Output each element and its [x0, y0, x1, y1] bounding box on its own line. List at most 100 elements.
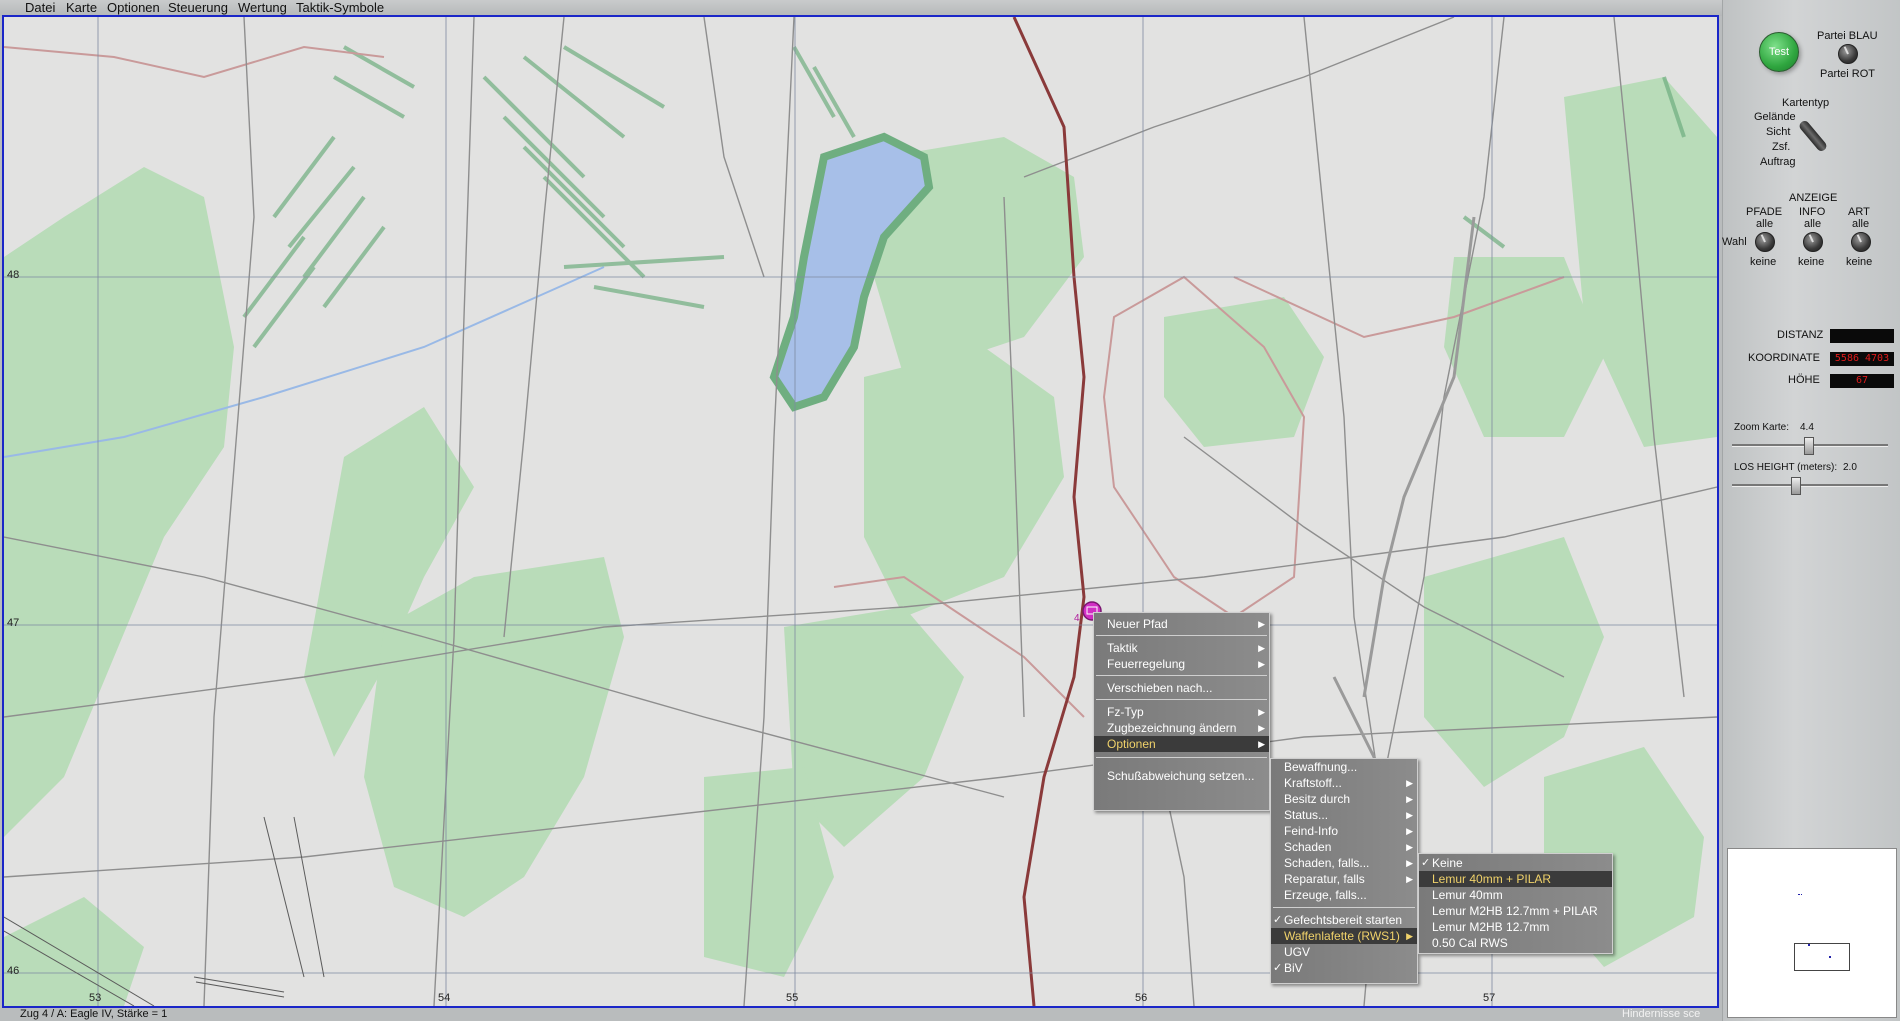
minimap[interactable] — [1727, 848, 1897, 1018]
distanz-readout — [1830, 329, 1894, 343]
pfade-top-label: alle — [1756, 218, 1774, 230]
los-slider-track[interactable] — [1732, 484, 1888, 487]
map-type-auftrag[interactable]: Auftrag — [1760, 156, 1795, 168]
menu-item-taktik[interactable]: Taktik ▶ — [1094, 640, 1269, 656]
chevron-right-icon: ▶ — [1258, 619, 1265, 629]
los-slider-thumb[interactable] — [1791, 477, 1801, 495]
x-tick-56: 56 — [1135, 992, 1148, 1004]
menu-item-neuer-pfad[interactable]: Neuer Pfad ▶ — [1094, 616, 1269, 632]
info-knob[interactable] — [1803, 232, 1823, 252]
x-tick-57: 57 — [1483, 992, 1496, 1004]
koordinate-readout: 5586 4703 — [1830, 352, 1894, 366]
art-top-label: alle — [1852, 218, 1870, 230]
art-knob[interactable] — [1851, 232, 1871, 252]
menu-item-gefechtsbereit[interactable]: ✓ Gefechtsbereit starten — [1271, 912, 1417, 928]
status-bar: Zug 4 / A: Eagle IV, Stärke = 1 Hinderni… — [0, 1007, 1722, 1021]
menu-item-status[interactable]: Status... ▶ — [1271, 807, 1417, 823]
checkmark-icon: ✓ — [1421, 857, 1431, 869]
zoom-slider-thumb[interactable] — [1804, 437, 1814, 455]
menu-karte[interactable]: Karte — [66, 0, 97, 15]
chevron-right-icon: ▶ — [1406, 858, 1413, 868]
menu-item-zugbezeichnung[interactable]: Zugbezeichnung ändern ▶ — [1094, 720, 1269, 736]
map-type-zsf[interactable]: Zsf. — [1772, 141, 1790, 153]
menu-item-lemur-m2hb-pilar[interactable]: Lemur M2HB 12.7mm + PILAR — [1419, 903, 1612, 919]
chevron-right-icon: ▶ — [1258, 659, 1265, 669]
menu-item-schussabweichung[interactable]: Schußabweichung setzen... — [1094, 768, 1269, 784]
menu-item-lemur-40mm[interactable]: Lemur 40mm — [1419, 887, 1612, 903]
y-tick-46: 46 — [7, 965, 20, 977]
menu-item-besitz[interactable]: Besitz durch ▶ — [1271, 791, 1417, 807]
menu-steuerung[interactable]: Steuerung — [168, 0, 228, 15]
map-type-gelaende[interactable]: Gelände — [1754, 111, 1796, 123]
menu-separator — [1273, 907, 1415, 908]
chevron-right-icon: ▶ — [1406, 810, 1413, 820]
info-title: INFO — [1799, 206, 1826, 218]
minimap-viewport[interactable] — [1794, 943, 1850, 971]
zoom-label: Zoom Karte: — [1734, 422, 1790, 433]
menu-separator — [1096, 675, 1267, 676]
menu-separator — [1096, 699, 1267, 700]
y-tick-47: 47 — [7, 617, 20, 629]
party-blue-label: Partei BLAU — [1817, 30, 1878, 42]
distanz-label: DISTANZ — [1777, 329, 1824, 341]
los-height-value: 2.0 — [1843, 462, 1857, 473]
menu-item-schaden-falls[interactable]: Schaden, falls... ▶ — [1271, 855, 1417, 871]
menu-item-bewaffnung[interactable]: Bewaffnung... — [1271, 759, 1417, 775]
chevron-right-icon: ▶ — [1406, 931, 1413, 941]
menu-item-biv[interactable]: ✓ BiV — [1271, 960, 1417, 976]
zoom-value: 4.4 — [1800, 422, 1814, 433]
menu-wertung[interactable]: Wertung — [238, 0, 287, 15]
menu-datei[interactable]: Datei — [25, 0, 55, 15]
los-height-label: LOS HEIGHT (meters): — [1734, 462, 1838, 473]
menu-item-waffenlafette[interactable]: Waffenlafette (RWS1) ▶ — [1271, 928, 1417, 944]
menu-item-kraftstoff[interactable]: Kraftstoff... ▶ — [1271, 775, 1417, 791]
x-tick-55: 55 — [786, 992, 799, 1004]
menu-item-optionen[interactable]: Optionen ▶ — [1094, 736, 1269, 752]
status-right-text: Hindernisse sce — [1622, 1008, 1701, 1020]
test-button[interactable]: Test — [1759, 32, 1799, 72]
unit-number-label: 4 — [1074, 613, 1080, 624]
party-switch-knob[interactable] — [1838, 44, 1858, 64]
chevron-right-icon: ▶ — [1406, 874, 1413, 884]
party-red-label: Partei ROT — [1820, 68, 1876, 80]
minimap-cursor-dot — [1829, 956, 1831, 958]
info-bottom-label: keine — [1798, 256, 1825, 268]
anzeige-title: ANZEIGE — [1789, 192, 1838, 204]
menu-optionen[interactable]: Optionen — [107, 0, 160, 15]
map-type-sicht[interactable]: Sicht — [1766, 126, 1790, 138]
selected-unit-info: Zug 4 / A: Eagle IV, Stärke = 1 — [20, 1008, 168, 1020]
chevron-right-icon: ▶ — [1258, 643, 1265, 653]
menu-item-lemur-m2hb[interactable]: Lemur M2HB 12.7mm — [1419, 919, 1612, 935]
checkmark-icon: ✓ — [1273, 914, 1283, 926]
menu-taktik-symbole[interactable]: Taktik-Symbole — [296, 0, 384, 15]
art-bottom-label: keine — [1846, 256, 1873, 268]
menu-separator — [1096, 757, 1267, 758]
options-submenu: Bewaffnung... Kraftstoff... ▶ Besitz durc… — [1270, 758, 1418, 984]
menu-item-50cal-rws[interactable]: 0.50 Cal RWS — [1419, 935, 1612, 951]
menu-item-keine[interactable]: ✓ Keine — [1419, 855, 1612, 871]
chevron-right-icon: ▶ — [1406, 794, 1413, 804]
menu-item-reparatur[interactable]: Reparatur, falls ▶ — [1271, 871, 1417, 887]
menu-item-lemur-40mm-pilar[interactable]: Lemur 40mm + PILAR — [1419, 871, 1612, 887]
pfade-knob[interactable] — [1755, 232, 1775, 252]
unit-context-menu: Neuer Pfad ▶ Taktik ▶ Feuerregelung ▶ Versc… — [1093, 612, 1270, 811]
chevron-right-icon: ▶ — [1258, 723, 1265, 733]
menu-item-erzeuge[interactable]: Erzeuge, falls... — [1271, 887, 1417, 903]
info-top-label: alle — [1804, 218, 1822, 230]
menu-item-feind-info[interactable]: Feind-Info ▶ — [1271, 823, 1417, 839]
menu-item-feuerregelung[interactable]: Feuerregelung ▶ — [1094, 656, 1269, 672]
menu-item-verschieben[interactable]: Verschieben nach... — [1094, 680, 1269, 696]
minimap-unit-dots — [1798, 894, 1802, 898]
menu-item-ugv[interactable]: UGV — [1271, 944, 1417, 960]
pfade-bottom-label: keine — [1750, 256, 1777, 268]
menu-item-fz-typ[interactable]: Fz-Typ ▶ — [1094, 704, 1269, 720]
chevron-right-icon: ▶ — [1406, 778, 1413, 788]
menu-item-schaden[interactable]: Schaden ▶ — [1271, 839, 1417, 855]
art-title: ART — [1848, 206, 1870, 218]
wahl-label: Wahl — [1722, 236, 1747, 248]
weapon-mount-submenu: ✓ Keine Lemur 40mm + PILAR Lemur 40mm Lem… — [1418, 853, 1613, 954]
chevron-right-icon: ▶ — [1406, 842, 1413, 852]
hoehe-readout: 67 — [1830, 374, 1894, 388]
checkmark-icon: ✓ — [1273, 962, 1283, 974]
menu-separator — [1096, 635, 1267, 636]
